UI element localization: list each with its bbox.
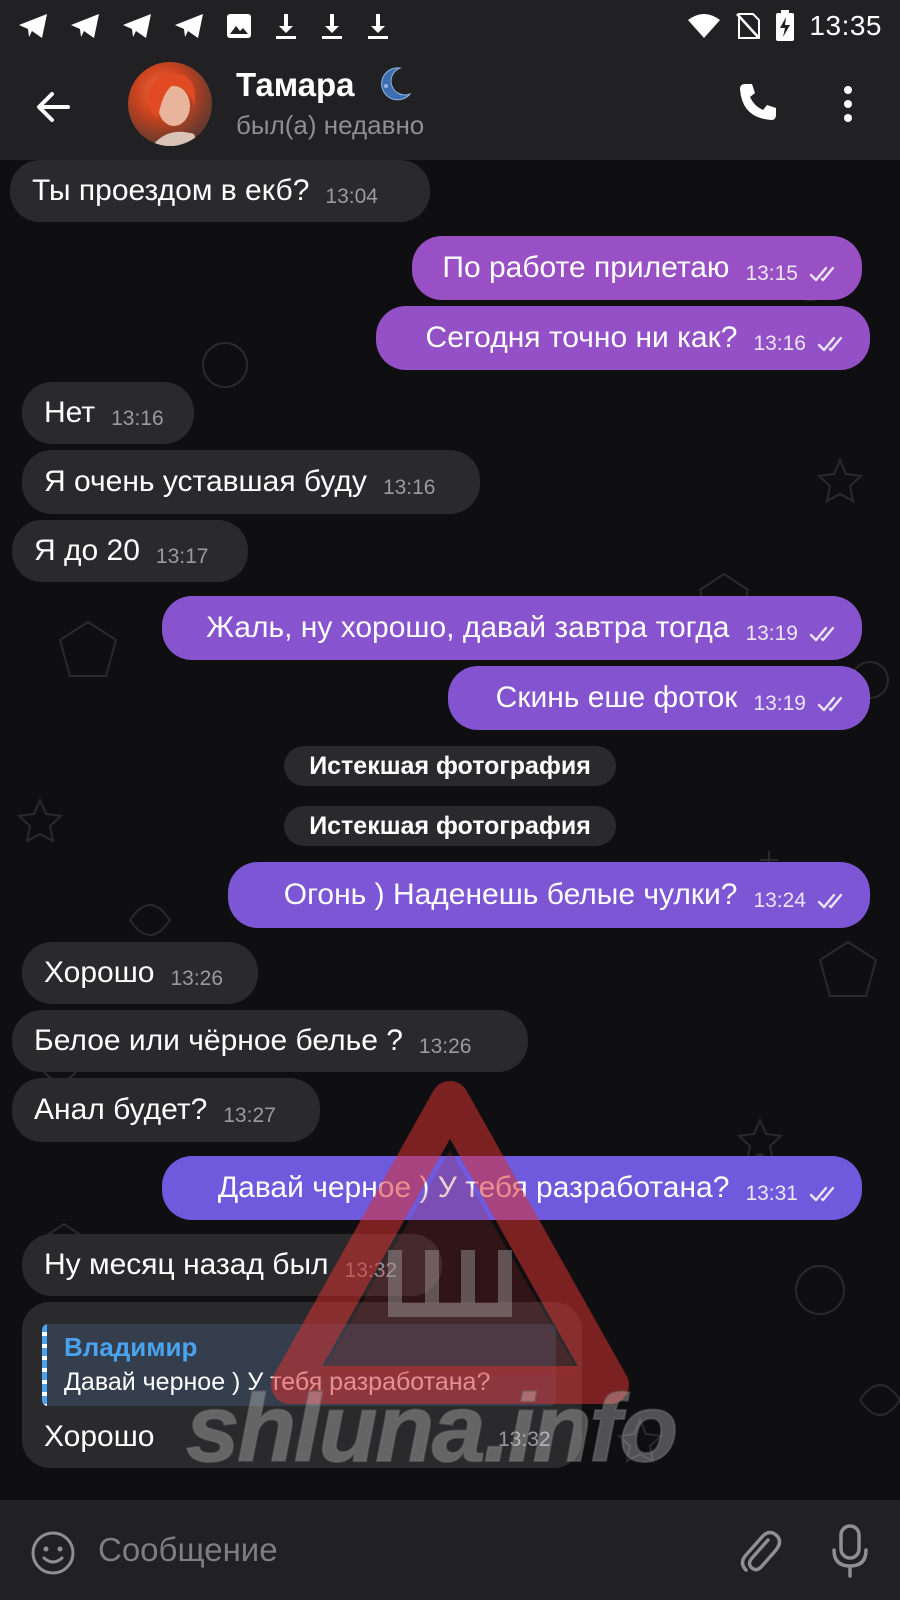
message-input[interactable] — [98, 1524, 698, 1576]
battery-charging-icon — [776, 10, 795, 41]
outgoing-message-bubble[interactable]: По работе прилетаю 13:15 — [412, 236, 862, 300]
message-composer — [0, 1500, 900, 1600]
download-icon — [368, 14, 388, 39]
incoming-message-bubble[interactable]: Я до 20 13:17 — [12, 520, 248, 582]
double-check-read-icon — [817, 336, 843, 352]
reply-quote-bar — [42, 1324, 47, 1406]
reply-message-bubble[interactable]: Владимир Давай черное ) У тебя разработа… — [22, 1302, 582, 1468]
download-icon — [322, 14, 342, 39]
reply-message-time: 13:32 — [498, 1428, 551, 1451]
phone-icon[interactable] — [736, 80, 780, 124]
outgoing-message-bubble[interactable]: Жаль, ну хорошо, давай завтра тогда 13:19 — [162, 596, 862, 660]
telegram-icon — [71, 14, 99, 38]
reply-quote-text: Давай черное ) У тебя разработана? — [64, 1368, 491, 1396]
reply-quote[interactable]: Владимир Давай черное ) У тебя разработа… — [42, 1324, 556, 1406]
telegram-icon — [175, 14, 203, 38]
message-text: Сегодня точно ни как? — [425, 321, 738, 354]
download-icon — [276, 14, 296, 39]
message-time: 13:15 — [745, 262, 798, 285]
service-message-text: Истекшая фотография — [309, 751, 591, 780]
message-time: 13:16 — [111, 407, 164, 430]
message-text: Белое или чёрное белье ? — [34, 1024, 403, 1057]
incoming-message-bubble[interactable]: Нет 13:16 — [22, 382, 194, 444]
message-text: По работе прилетаю — [442, 251, 730, 284]
incoming-message-bubble[interactable]: Хорошо 13:26 — [22, 942, 258, 1004]
message-text: Ну месяц назад был — [44, 1248, 329, 1281]
reply-message-text: Хорошо — [44, 1420, 155, 1453]
reply-quote-author: Владимир — [64, 1332, 198, 1362]
message-time: 13:27 — [223, 1104, 276, 1127]
message-text: Скинь еше фоток — [495, 681, 738, 714]
message-text: Жаль, ну хорошо, давай завтра тогда — [206, 611, 730, 644]
status-bar: 13:35 — [0, 0, 900, 52]
message-time: 13:26 — [418, 1035, 472, 1058]
no-signal-icon — [736, 13, 761, 39]
microphone-icon[interactable] — [830, 1524, 870, 1578]
message-text: Давай черное ) У тебя разработана? — [217, 1171, 730, 1204]
double-check-read-icon — [809, 266, 835, 282]
double-check-read-icon — [817, 696, 843, 712]
contact-name[interactable]: Тамара — [236, 66, 355, 104]
message-text: Ты проездом в екб? — [32, 174, 310, 207]
chat-header: Тамара был(а) недавно — [0, 52, 900, 160]
double-check-read-icon — [817, 893, 843, 909]
incoming-message-bubble[interactable]: Я очень уставшая буду 13:16 — [22, 450, 480, 514]
system-icons: 13:35 — [687, 10, 882, 42]
double-check-read-icon — [809, 1186, 835, 1202]
avatar-photo — [147, 73, 198, 146]
clock: 13:35 — [809, 10, 882, 41]
contact-status: был(а) недавно — [236, 110, 425, 140]
message-time: 13:26 — [170, 967, 224, 990]
service-message-expired-photo: Истекшая фотография — [284, 746, 616, 786]
moon-emoji-icon — [381, 67, 412, 101]
message-time: 13:19 — [753, 692, 806, 715]
message-text: Нет — [44, 396, 96, 429]
message-time: 13:17 — [155, 545, 209, 568]
wifi-icon — [688, 14, 721, 38]
outgoing-message-bubble[interactable]: Скинь еше фоток 13:19 — [448, 666, 870, 730]
incoming-message-bubble[interactable]: Ты проездом в екб? 13:04 — [10, 160, 430, 222]
emoji-icon[interactable] — [30, 1530, 76, 1576]
service-message-expired-photo: Истекшая фотография — [284, 806, 616, 846]
message-time: 13:19 — [745, 622, 798, 645]
message-time: 13:04 — [325, 185, 378, 208]
message-time: 13:32 — [344, 1259, 398, 1282]
incoming-message-bubble[interactable]: Анал будет? 13:27 — [12, 1078, 320, 1142]
avatar[interactable] — [128, 62, 212, 146]
message-time: 13:31 — [745, 1182, 798, 1205]
message-time: 13:16 — [382, 476, 436, 499]
image-icon — [227, 14, 251, 38]
message-text: Огонь ) Наденешь белые чулки? — [283, 878, 738, 911]
double-check-read-icon — [809, 626, 835, 642]
outgoing-message-bubble[interactable]: Давай черное ) У тебя разработана? 13:31 — [162, 1156, 862, 1220]
outgoing-message-bubble[interactable]: Огонь ) Наденешь белые чулки? 13:24 — [228, 862, 870, 928]
notification-icons — [18, 12, 390, 40]
message-text: Хорошо — [44, 956, 155, 989]
telegram-icon — [123, 14, 151, 38]
message-time: 13:24 — [753, 889, 806, 912]
message-text: Я до 20 — [34, 534, 140, 567]
incoming-message-bubble[interactable]: Белое или чёрное белье ? 13:26 — [12, 1010, 528, 1072]
incoming-message-bubble[interactable]: Ну месяц назад был 13:32 — [22, 1234, 442, 1296]
service-message-text: Истекшая фотография — [309, 811, 591, 840]
back-arrow-icon[interactable] — [30, 84, 76, 130]
message-time: 13:16 — [753, 332, 806, 355]
attach-icon[interactable] — [736, 1526, 782, 1576]
telegram-icon — [19, 14, 47, 38]
message-text: Анал будет? — [34, 1093, 208, 1126]
message-text: Я очень уставшая буду — [44, 465, 367, 498]
message-list[interactable]: Ты проездом в екб? 13:04 По работе прилета… — [0, 160, 900, 1500]
more-vertical-icon[interactable] — [838, 82, 858, 126]
outgoing-message-bubble[interactable]: Сегодня точно ни как? 13:16 — [376, 306, 870, 370]
